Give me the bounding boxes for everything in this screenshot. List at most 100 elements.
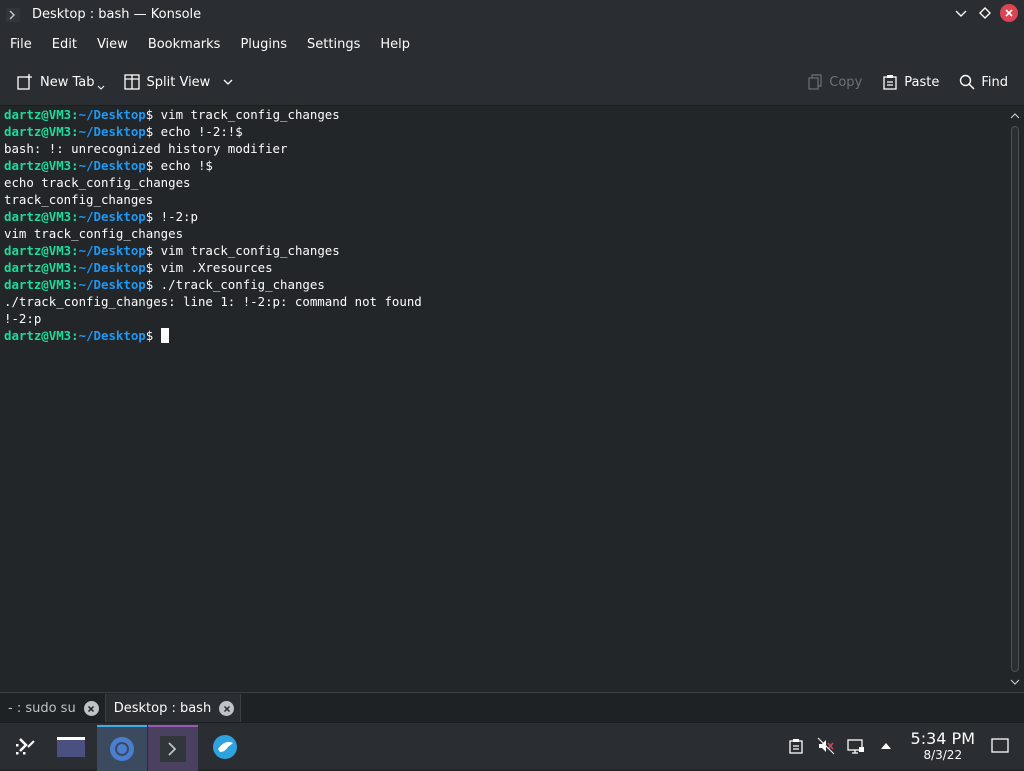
new-tab-icon — [17, 74, 32, 90]
konsole-task[interactable] — [148, 725, 198, 771]
copy-button[interactable]: Copy — [799, 67, 870, 97]
prompt-user: dartz@VM3 — [4, 328, 72, 343]
command-text: vim track_config_changes — [160, 243, 340, 258]
session-tab-bar: - : sudo su Desktop : bash — [0, 692, 1024, 723]
main-toolbar: New Tab Split View Copy Paste Find — [0, 59, 1024, 106]
new-tab-label: New Tab — [40, 74, 95, 90]
terminal-command-line: dartz@VM3:~/Desktop$ ./track_config_chan… — [4, 277, 325, 292]
command-text: vim .Xresources — [160, 260, 273, 275]
prompt-user: dartz@VM3 — [4, 107, 72, 122]
command-text: echo !$ — [160, 158, 213, 173]
terminal-output-line: track_config_changes — [4, 192, 154, 207]
prompt-user: dartz@VM3 — [4, 209, 72, 224]
maximize-button[interactable] — [976, 4, 994, 22]
konsole-app-icon[interactable] — [6, 7, 20, 22]
prompt-path: ~/Desktop — [78, 124, 146, 139]
tab-close-button[interactable] — [83, 701, 99, 716]
network-tray-button[interactable] — [844, 734, 868, 758]
find-button[interactable]: Find — [951, 67, 1016, 97]
menu-edit[interactable]: Edit — [42, 37, 87, 52]
volume-tray-button[interactable] — [814, 734, 838, 758]
scroll-thumb[interactable] — [1011, 126, 1019, 672]
taskbar: 5:34 PM 8/3/22 — [0, 722, 1024, 771]
digital-clock[interactable]: 5:34 PM 8/3/22 — [910, 729, 975, 763]
command-text: ./track_config_changes — [160, 277, 325, 292]
menu-settings[interactable]: Settings — [297, 37, 370, 52]
folder-icon — [57, 737, 85, 757]
terminal-view[interactable]: dartz@VM3:~/Desktop$ vim track_config_ch… — [0, 106, 1005, 692]
prompt-path: ~/Desktop — [78, 328, 146, 343]
file-manager-task[interactable] — [46, 725, 96, 769]
minimize-button[interactable] — [952, 4, 970, 22]
terminal-command-line: dartz@VM3:~/Desktop$ echo !-2:!$ — [4, 124, 243, 139]
system-tray: 5:34 PM 8/3/22 — [781, 723, 1024, 769]
terminal-output: dartz@VM3:~/Desktop$ vim track_config_ch… — [0, 106, 1005, 344]
tab-label: - : sudo su — [8, 701, 76, 716]
terminal-command-line: dartz@VM3:~/Desktop$ vim .Xresources — [4, 260, 273, 275]
find-label: Find — [981, 74, 1008, 90]
network-wired-icon — [846, 739, 864, 754]
close-icon — [88, 705, 95, 712]
terminal-icon — [160, 736, 186, 762]
tab-label: Desktop : bash — [113, 701, 212, 716]
terminal-output-line: vim track_config_changes — [4, 226, 184, 241]
terminal-output-line: echo track_config_changes — [4, 175, 191, 190]
kiwi-bird-icon — [213, 735, 237, 759]
prompt-user: dartz@VM3 — [4, 277, 72, 292]
command-text: vim track_config_changes — [160, 107, 340, 122]
terminal-output-line: ./track_config_changes: line 1: !-2:p: c… — [4, 294, 422, 309]
prompt-user: dartz@VM3 — [4, 243, 72, 258]
app-task[interactable] — [200, 725, 250, 769]
tab-sudo-su[interactable]: - : sudo su — [0, 694, 105, 723]
title-bar: Desktop : bash — Konsole — [0, 0, 1024, 29]
new-tab-button[interactable]: New Tab — [8, 67, 113, 97]
terminal-output-line: bash: !: unrecognized history modifier — [4, 141, 288, 156]
application-launcher[interactable] — [0, 725, 50, 769]
prompt-path: ~/Desktop — [78, 243, 146, 258]
desktop-icon — [991, 738, 1009, 753]
copy-icon — [808, 74, 822, 90]
menu-plugins[interactable]: Plugins — [230, 37, 297, 52]
chevron-down-icon — [1010, 679, 1020, 685]
menu-help[interactable]: Help — [370, 37, 420, 52]
terminal-command-line: dartz@VM3:~/Desktop$ echo !$ — [4, 158, 213, 173]
clipboard-tray-button[interactable] — [784, 734, 808, 758]
paste-button[interactable]: Paste — [874, 67, 947, 97]
menu-bookmarks[interactable]: Bookmarks — [138, 37, 231, 52]
close-window-button[interactable] — [1000, 4, 1018, 22]
terminal-scrollbar[interactable] — [1006, 106, 1024, 692]
paste-label: Paste — [904, 74, 940, 90]
clock-time: 5:34 PM — [910, 729, 975, 748]
close-icon — [1005, 9, 1013, 17]
tab-close-button[interactable] — [219, 701, 235, 716]
show-desktop-button[interactable] — [988, 734, 1012, 758]
search-icon — [960, 74, 975, 90]
command-text: !-2:p — [160, 209, 198, 224]
prompt-path: ~/Desktop — [78, 107, 146, 122]
close-icon — [223, 705, 230, 712]
terminal-command-line: dartz@VM3:~/Desktop$ !-2:p — [4, 209, 198, 224]
chromium-icon — [110, 737, 134, 761]
split-view-label: Split View — [146, 74, 211, 90]
menu-view[interactable]: View — [87, 37, 138, 52]
diamond-icon — [979, 7, 991, 19]
copy-label: Copy — [829, 74, 863, 90]
tab-desktop-bash[interactable]: Desktop : bash — [104, 694, 242, 723]
menu-file[interactable]: File — [0, 37, 42, 52]
scroll-down-button[interactable] — [1009, 676, 1021, 688]
split-view-icon — [123, 74, 140, 90]
terminal-command-line: dartz@VM3:~/Desktop$ vim track_config_ch… — [4, 107, 340, 122]
chevron-up-icon — [1010, 113, 1020, 119]
chevron-down-icon — [223, 79, 233, 85]
prompt-user: dartz@VM3 — [4, 260, 72, 275]
show-hidden-icons-button[interactable] — [874, 734, 898, 758]
chevron-up-icon — [880, 743, 891, 749]
scroll-up-button[interactable] — [1009, 110, 1021, 122]
speaker-muted-icon — [817, 737, 834, 755]
terminal-output-line: !-2:p — [4, 311, 42, 326]
split-view-button[interactable]: Split View — [115, 67, 243, 97]
command-text: echo !-2:!$ — [160, 124, 243, 139]
browser-task[interactable] — [97, 725, 147, 771]
prompt-user: dartz@VM3 — [4, 124, 72, 139]
prompt-path: ~/Desktop — [78, 209, 146, 224]
